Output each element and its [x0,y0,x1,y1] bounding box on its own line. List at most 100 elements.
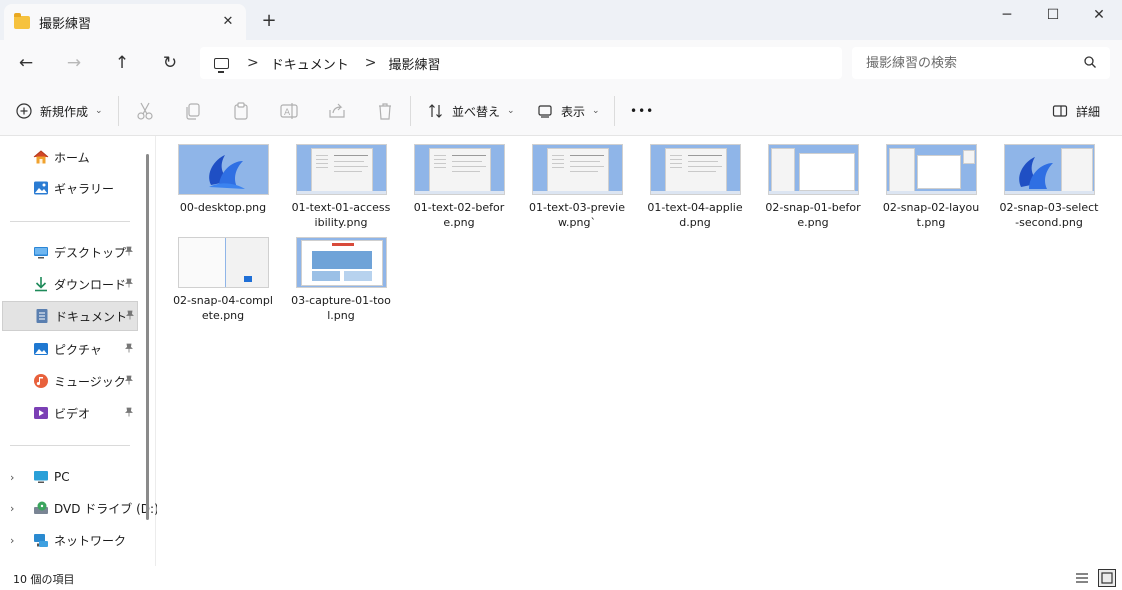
divider [10,221,130,222]
minimize-button[interactable]: ─ [984,4,1030,28]
network-icon [34,534,48,547]
tab-close-button[interactable]: ✕ [220,14,236,30]
file-item[interactable]: 02-snap-01-before.png [763,136,863,229]
calculator-window-icon [226,238,268,287]
search-input[interactable] [852,47,1110,79]
chevron-down-icon: ⌄ [95,106,103,116]
title-bar: 撮影練習 ✕ + ─ ☐ ✕ [0,0,1122,40]
chevron-right-icon[interactable]: › [10,534,14,547]
view-button[interactable]: 表示 ⌄ [537,99,600,123]
file-thumbnail [650,144,741,195]
pc-icon [34,471,48,483]
breadcrumb-current-folder[interactable]: 撮影練習 [388,54,440,73]
sidebar-item-pc[interactable]: › PC [0,462,138,492]
sidebar-item-network[interactable]: › ネットワーク [0,525,138,555]
sidebar-item-desktop[interactable]: デスクトップ [0,237,138,267]
details-view-icon[interactable] [1073,569,1091,587]
new-button[interactable]: 新規作成 ⌄ [16,99,103,123]
file-item[interactable]: 02-snap-04-complete.png [173,229,273,322]
sort-button-label: 並べ替え [452,104,501,119]
paste-icon[interactable] [230,100,252,122]
sidebar-item-videos[interactable]: ビデオ [0,398,138,428]
sidebar-item-dvd-drive[interactable]: › DVD ドライブ (D:) [0,493,159,523]
chevron-right-icon[interactable]: › [10,502,14,515]
snapped-window-icon [179,238,225,287]
chevron-right-icon[interactable]: › [10,471,14,484]
sidebar-item-label: ドキュメント [55,309,128,324]
breadcrumb-documents[interactable]: ドキュメント [271,54,349,73]
maximize-button[interactable]: ☐ [1030,4,1076,28]
gallery-icon [34,181,48,195]
sidebar-item-music[interactable]: ミュージック [0,366,138,396]
file-name: 00-desktop.png [179,201,267,214]
address-bar[interactable]: > ドキュメント > 撮影練習 [200,47,842,79]
sidebar-item-home[interactable]: ホーム [0,142,138,172]
pin-icon[interactable] [124,407,134,420]
pin-icon[interactable] [124,246,134,259]
sidebar-item-label: ミュージック [54,374,126,389]
delete-icon[interactable] [374,100,396,122]
sidebar-item-label: PC [54,470,70,484]
sidebar-item-label: ビデオ [54,406,91,421]
details-pane-button[interactable]: 詳細 [1052,99,1100,123]
file-thumbnail [178,144,269,195]
close-window-button[interactable]: ✕ [1076,4,1122,28]
more-options-button[interactable]: ••• [630,99,654,123]
cut-icon[interactable] [134,100,156,122]
sidebar-scrollbar[interactable] [146,154,149,520]
breadcrumb-separator[interactable]: > [247,55,259,71]
sidebar-item-documents[interactable]: ドキュメント [2,301,138,331]
up-button[interactable]: ↑ [107,49,137,77]
sidebar-item-label: ギャラリー [54,181,115,196]
sidebar-item-gallery[interactable]: ギャラリー [0,173,138,203]
search-icon[interactable] [1083,55,1097,69]
refresh-button[interactable]: ↻ [155,49,185,77]
home-icon [33,150,49,164]
share-icon[interactable] [326,100,348,122]
snapped-window-icon [1061,148,1093,192]
chevron-down-icon: ⌄ [592,106,600,116]
forward-button[interactable]: → [59,49,89,77]
file-item[interactable]: 02-snap-03-select-second.png [999,136,1099,229]
tab-current[interactable]: 撮影練習 ✕ [4,4,246,40]
file-item[interactable]: 02-snap-02-layout.png [881,136,981,229]
sidebar-item-downloads[interactable]: ダウンロード [0,269,138,299]
navigation-bar: ← → ↑ ↻ > ドキュメント > 撮影練習 [0,40,1122,86]
thumbnail-view-icon [1101,572,1113,584]
file-thumbnail [1004,144,1095,195]
rename-icon[interactable]: A [278,100,300,122]
sort-icon [429,104,442,118]
pictures-icon [34,343,48,355]
command-bar: 新規作成 ⌄ A 並べ替え ⌄ 表示 ⌄ ••• 詳細 [0,86,1122,136]
sort-button[interactable]: 並べ替え ⌄ [428,99,515,123]
new-tab-button[interactable]: + [258,11,280,33]
video-icon [34,407,48,419]
file-item[interactable]: 01-text-01-accessibility.png [291,136,391,229]
sidebar-item-label: DVD ドライブ (D:) [54,501,159,516]
file-item[interactable]: 03-capture-01-tool.png [291,229,391,322]
divider [614,96,615,126]
music-icon [34,374,48,388]
file-name: 02-snap-02-layout.png [882,201,980,229]
back-button[interactable]: ← [11,49,41,77]
view-button-label: 表示 [561,104,586,119]
pin-icon[interactable] [125,310,135,323]
svg-text:A: A [284,108,291,118]
file-name: 02-snap-01-before.png [765,201,861,229]
breadcrumb-separator[interactable]: > [365,55,377,71]
file-item[interactable]: 01-text-03-preview.png` [527,136,627,229]
file-item[interactable]: 00-desktop.png [173,136,273,226]
folder-icon [14,12,30,29]
sidebar-item-pictures[interactable]: ピクチャ [0,334,138,364]
pin-icon[interactable] [124,343,134,356]
this-pc-icon[interactable] [214,57,229,73]
copy-icon[interactable] [182,100,204,122]
file-item[interactable]: 01-text-04-applied.png [645,136,745,229]
large-icons-view-button[interactable] [1098,569,1116,587]
pin-icon[interactable] [124,375,134,388]
pin-icon[interactable] [124,278,134,291]
details-pane-label: 詳細 [1076,104,1101,119]
file-item[interactable]: 01-text-02-before.png [409,136,509,229]
divider [410,96,411,126]
file-name: 03-capture-01-tool.png [291,294,391,322]
